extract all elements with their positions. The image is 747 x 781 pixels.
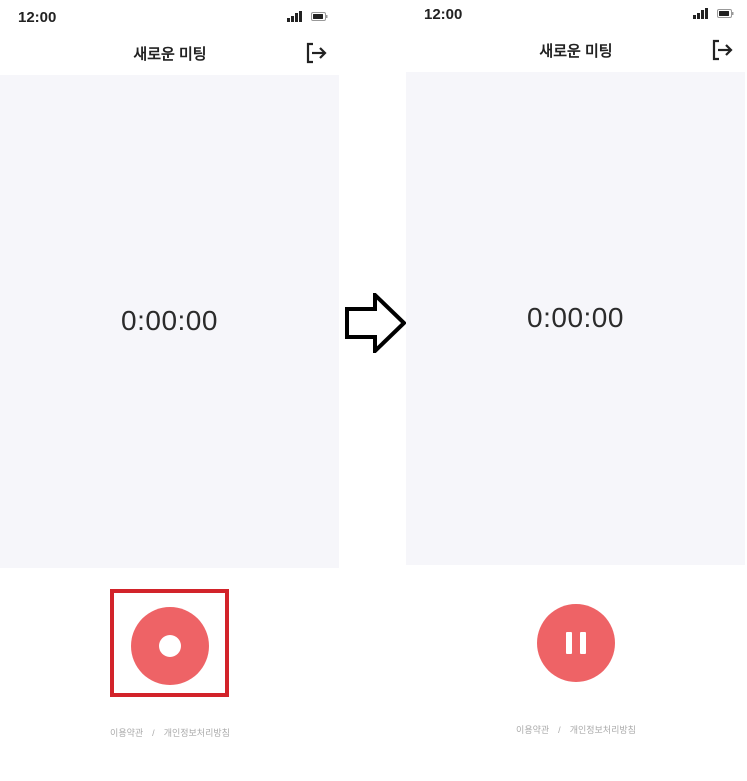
privacy-link[interactable]: 개인정보처리방침 <box>164 726 230 739</box>
recording-panel: 0:00:00 <box>406 72 745 565</box>
privacy-link[interactable]: 개인정보처리방침 <box>570 723 636 736</box>
terms-link[interactable]: 이용약관 <box>516 723 549 736</box>
screen-after: 12:00 새로운 미팅 0:00:00 이용약관 / 개인정보처리방침 <box>406 0 746 781</box>
status-bar: 12:00 <box>0 0 340 34</box>
highlight-box <box>110 589 229 697</box>
terms-link[interactable]: 이용약관 <box>110 726 143 739</box>
exit-icon[interactable] <box>709 37 735 63</box>
page-title: 새로운 미팅 <box>539 43 613 60</box>
header: 새로운 미팅 <box>406 31 746 71</box>
page-title: 새로운 미팅 <box>133 46 207 63</box>
status-bar: 12:00 <box>406 0 746 31</box>
timer: 0:00:00 <box>121 305 218 336</box>
canvas: 12:00 새로운 미팅 0:00:00 이용약관 / 개인정보처리방침 12:… <box>0 0 747 781</box>
battery-icon <box>311 12 328 21</box>
status-time: 12:00 <box>424 6 463 23</box>
footer-links: 이용약관 / 개인정보처리방침 <box>406 723 746 736</box>
footer-links: 이용약관 / 개인정보처리방침 <box>0 726 340 739</box>
battery-icon <box>717 9 734 18</box>
arrow-right-icon <box>345 293 407 353</box>
footer-separator: / <box>152 728 155 738</box>
header: 새로운 미팅 <box>0 34 340 74</box>
exit-icon[interactable] <box>303 40 329 66</box>
recording-panel: 0:00:00 <box>0 75 339 568</box>
status-time: 12:00 <box>18 9 57 26</box>
footer-separator: / <box>558 725 561 735</box>
pause-icon <box>580 632 586 654</box>
signal-icon <box>287 11 302 22</box>
screen-before: 12:00 새로운 미팅 0:00:00 이용약관 / 개인정보처리방침 <box>0 0 340 781</box>
pause-icon <box>566 632 572 654</box>
timer: 0:00:00 <box>527 302 624 333</box>
pause-button[interactable] <box>537 604 615 682</box>
signal-icon <box>693 8 708 19</box>
